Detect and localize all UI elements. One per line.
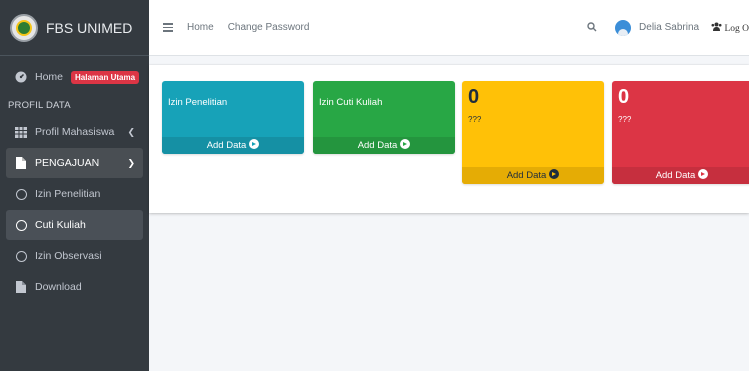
file-icon [14, 280, 28, 294]
sidebar-item-cuti-kuliah[interactable]: Cuti Kuliah [6, 210, 143, 240]
nav-link-change-password[interactable]: Change Password [228, 22, 310, 33]
box-subtitle: ??? [618, 115, 632, 124]
circle-icon [14, 187, 28, 201]
arrow-right-circle-icon [549, 169, 560, 179]
sidebar-item-label: Cuti Kuliah [35, 219, 86, 231]
dashboard-icon [14, 70, 28, 84]
sidebar: FBS UNIMED Home Halaman Utama PROFIL DAT… [0, 0, 149, 371]
sidebar-item-label: PENGAJUAN [35, 157, 100, 169]
brand-name: FBS UNIMED [46, 19, 133, 36]
university-logo [10, 13, 38, 42]
add-data-label: Add Data [655, 170, 696, 181]
sidebar-item-home[interactable]: Home Halaman Utama [6, 62, 143, 92]
box-number: 0 [468, 86, 480, 108]
sidebar-item-label: Home [35, 71, 64, 83]
add-data-button[interactable]: Add Data [462, 167, 604, 184]
logout-button[interactable]: Log O [711, 22, 749, 34]
top-navbar: Home Change Password Delia Sabrina Log O [149, 0, 749, 56]
nav-link-home[interactable]: Home [187, 22, 214, 33]
chevron-down-icon: ❯ [127, 157, 135, 168]
add-data-label: Add Data [206, 140, 247, 151]
circle-icon [14, 218, 28, 232]
avatar[interactable] [615, 19, 632, 36]
sidebar-item-pengajuan[interactable]: PENGAJUAN ❯ [6, 148, 143, 178]
table-icon [14, 125, 28, 139]
search-icon[interactable] [587, 19, 597, 37]
sidebar-section-header: PROFIL DATA [8, 99, 71, 111]
arrow-right-circle-icon [698, 169, 709, 179]
sidebar-item-profil-mahasiswa[interactable]: Profil Mahasiswa ❮ [6, 117, 143, 147]
navbar-right: Delia Sabrina Log O [587, 19, 749, 37]
sidebar-item-label: Download [35, 281, 82, 293]
add-data-label: Add Data [357, 140, 398, 151]
logout-label: Log O [724, 23, 749, 34]
info-box-yellow: 0 ??? Add Data [462, 81, 604, 184]
file-icon [14, 156, 28, 170]
arrow-right-circle-icon [400, 139, 411, 149]
add-data-label: Add Data [506, 170, 547, 181]
sidebar-nav: Home Halaman Utama PROFIL DATA Profil Ma… [0, 56, 149, 302]
info-box-red: 0 ??? Add Data [612, 81, 749, 184]
menu-toggle-icon[interactable] [163, 21, 173, 34]
box-title: Izin Cuti Kuliah [319, 97, 383, 108]
info-box-cuti-kuliah: Izin Cuti Kuliah Add Data [313, 81, 455, 154]
main-content-card: Izin Penelitian Add Data Izin Cuti Kulia… [149, 65, 749, 213]
arrow-right-circle-icon [249, 139, 260, 149]
sidebar-item-download[interactable]: Download [6, 272, 143, 302]
info-box-izin-penelitian: Izin Penelitian Add Data [162, 81, 304, 154]
circle-icon [14, 249, 28, 263]
add-data-button[interactable]: Add Data [162, 137, 304, 154]
add-data-button[interactable]: Add Data [313, 137, 455, 154]
sidebar-item-izin-penelitian[interactable]: Izin Penelitian [6, 179, 143, 209]
sidebar-item-label: Profil Mahasiswa [35, 126, 115, 138]
chevron-left-icon: ❮ [127, 126, 135, 137]
status-badge: Halaman Utama [71, 70, 140, 84]
user-name[interactable]: Delia Sabrina [639, 22, 699, 33]
brand-link[interactable]: FBS UNIMED [0, 0, 149, 56]
box-subtitle: ??? [468, 115, 482, 124]
box-number: 0 [618, 86, 630, 108]
sidebar-item-izin-observasi[interactable]: Izin Observasi [6, 241, 143, 271]
sidebar-item-label: Izin Observasi [35, 250, 102, 262]
sidebar-item-label: Izin Penelitian [35, 188, 101, 200]
box-title: Izin Penelitian [168, 97, 228, 108]
users-icon [711, 22, 724, 34]
add-data-button[interactable]: Add Data [612, 167, 749, 184]
